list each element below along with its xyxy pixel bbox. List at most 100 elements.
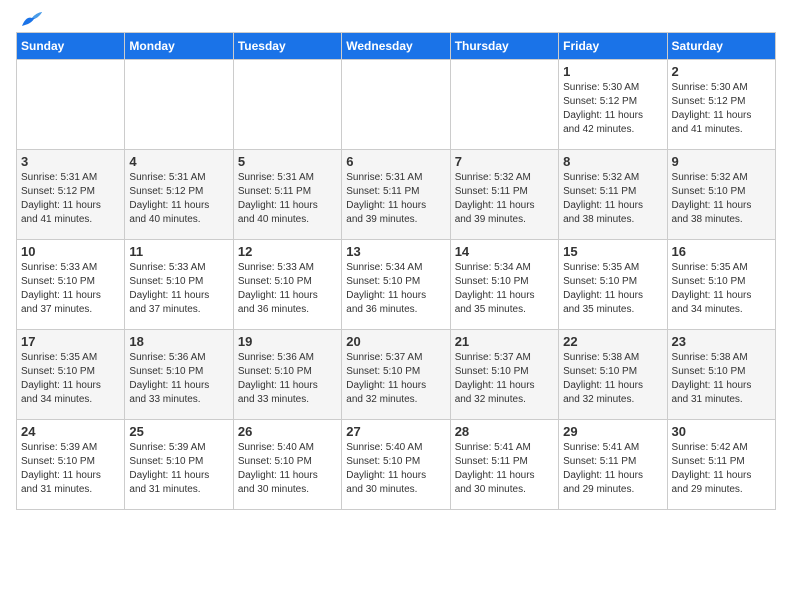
day-number: 21	[455, 334, 554, 349]
day-info: Sunrise: 5:32 AM Sunset: 5:11 PM Dayligh…	[455, 171, 554, 227]
day-info: Sunrise: 5:31 AM Sunset: 5:11 PM Dayligh…	[238, 171, 337, 227]
day-info: Sunrise: 5:36 AM Sunset: 5:10 PM Dayligh…	[129, 351, 228, 407]
day-info: Sunrise: 5:31 AM Sunset: 5:12 PM Dayligh…	[21, 171, 120, 227]
day-number: 30	[672, 424, 771, 439]
day-info: Sunrise: 5:34 AM Sunset: 5:10 PM Dayligh…	[346, 261, 445, 317]
calendar-cell: 4Sunrise: 5:31 AM Sunset: 5:12 PM Daylig…	[125, 150, 233, 240]
calendar-cell: 29 Sunrise: 5:41 AM Sunset: 5:11 PM Dayli…	[559, 420, 667, 510]
calendar-cell: 15 Sunrise: 5:35 AM Sunset: 5:10 PM Dayli…	[559, 240, 667, 330]
calendar-cell	[17, 60, 125, 150]
day-info: Sunrise: 5:41 AM Sunset: 5:11 PM Dayligh…	[563, 441, 662, 497]
day-number: 25	[129, 424, 228, 439]
calendar-cell: 19 Sunrise: 5:36 AM Sunset: 5:10 PM Dayli…	[233, 330, 341, 420]
calendar-week-row: 1 Sunrise: 5:30 AM Sunset: 5:12 PM Daylig…	[17, 60, 776, 150]
calendar-cell: 16 Sunrise: 5:35 AM Sunset: 5:10 PM Dayli…	[667, 240, 775, 330]
day-number: 19	[238, 334, 337, 349]
day-info: Sunrise: 5:31 AM Sunset: 5:11 PM Dayligh…	[346, 171, 445, 227]
weekday-header-monday: Monday	[125, 33, 233, 60]
day-number: 8	[563, 154, 662, 169]
calendar-cell: 9Sunrise: 5:32 AM Sunset: 5:10 PM Daylig…	[667, 150, 775, 240]
weekday-header-saturday: Saturday	[667, 33, 775, 60]
calendar-cell: 28Sunrise: 5:41 AM Sunset: 5:11 PM Dayli…	[450, 420, 558, 510]
day-info: Sunrise: 5:40 AM Sunset: 5:10 PM Dayligh…	[238, 441, 337, 497]
day-info: Sunrise: 5:33 AM Sunset: 5:10 PM Dayligh…	[238, 261, 337, 317]
day-number: 18	[129, 334, 228, 349]
calendar-cell: 11 Sunrise: 5:33 AM Sunset: 5:10 PM Dayli…	[125, 240, 233, 330]
logo	[16, 16, 46, 24]
day-number: 10	[21, 244, 120, 259]
day-number: 23	[672, 334, 771, 349]
day-info: Sunrise: 5:33 AM Sunset: 5:10 PM Dayligh…	[129, 261, 228, 317]
calendar-week-row: 3 Sunrise: 5:31 AM Sunset: 5:12 PM Daylig…	[17, 150, 776, 240]
day-info: Sunrise: 5:34 AM Sunset: 5:10 PM Dayligh…	[455, 261, 554, 317]
day-info: Sunrise: 5:42 AM Sunset: 5:11 PM Dayligh…	[672, 441, 771, 497]
calendar-cell: 25Sunrise: 5:39 AM Sunset: 5:10 PM Dayli…	[125, 420, 233, 510]
day-info: Sunrise: 5:40 AM Sunset: 5:10 PM Dayligh…	[346, 441, 445, 497]
calendar-cell: 1 Sunrise: 5:30 AM Sunset: 5:12 PM Daylig…	[559, 60, 667, 150]
day-number: 26	[238, 424, 337, 439]
calendar-cell: 12 Sunrise: 5:33 AM Sunset: 5:10 PM Dayli…	[233, 240, 341, 330]
day-number: 29	[563, 424, 662, 439]
calendar-cell: 13 Sunrise: 5:34 AM Sunset: 5:10 PM Dayli…	[342, 240, 450, 330]
day-number: 16	[672, 244, 771, 259]
calendar-cell: 7 Sunrise: 5:32 AM Sunset: 5:11 PM Daylig…	[450, 150, 558, 240]
day-number: 20	[346, 334, 445, 349]
calendar-week-row: 24Sunrise: 5:39 AM Sunset: 5:10 PM Dayli…	[17, 420, 776, 510]
day-info: Sunrise: 5:32 AM Sunset: 5:10 PM Dayligh…	[672, 171, 771, 227]
calendar-cell: 5 Sunrise: 5:31 AM Sunset: 5:11 PM Daylig…	[233, 150, 341, 240]
day-info: Sunrise: 5:35 AM Sunset: 5:10 PM Dayligh…	[672, 261, 771, 317]
day-number: 11	[129, 244, 228, 259]
day-number: 22	[563, 334, 662, 349]
day-info: Sunrise: 5:30 AM Sunset: 5:12 PM Dayligh…	[672, 81, 771, 137]
weekday-header-sunday: Sunday	[17, 33, 125, 60]
day-number: 24	[21, 424, 120, 439]
calendar-cell	[342, 60, 450, 150]
day-number: 15	[563, 244, 662, 259]
day-info: Sunrise: 5:38 AM Sunset: 5:10 PM Dayligh…	[672, 351, 771, 407]
calendar-cell: 18 Sunrise: 5:36 AM Sunset: 5:10 PM Dayli…	[125, 330, 233, 420]
day-number: 27	[346, 424, 445, 439]
calendar-week-row: 10 Sunrise: 5:33 AM Sunset: 5:10 PM Dayli…	[17, 240, 776, 330]
day-number: 2	[672, 64, 771, 79]
weekday-header-thursday: Thursday	[450, 33, 558, 60]
day-info: Sunrise: 5:36 AM Sunset: 5:10 PM Dayligh…	[238, 351, 337, 407]
day-info: Sunrise: 5:35 AM Sunset: 5:10 PM Dayligh…	[563, 261, 662, 317]
calendar-table: SundayMondayTuesdayWednesdayThursdayFrid…	[16, 32, 776, 510]
calendar-cell: 17Sunrise: 5:35 AM Sunset: 5:10 PM Dayli…	[17, 330, 125, 420]
day-number: 6	[346, 154, 445, 169]
calendar-cell: 10 Sunrise: 5:33 AM Sunset: 5:10 PM Dayli…	[17, 240, 125, 330]
calendar-cell: 27 Sunrise: 5:40 AM Sunset: 5:10 PM Dayli…	[342, 420, 450, 510]
calendar-cell: 2 Sunrise: 5:30 AM Sunset: 5:12 PM Daylig…	[667, 60, 775, 150]
page-header	[16, 16, 776, 24]
day-info: Sunrise: 5:32 AM Sunset: 5:11 PM Dayligh…	[563, 171, 662, 227]
calendar-cell: 26 Sunrise: 5:40 AM Sunset: 5:10 PM Dayli…	[233, 420, 341, 510]
calendar-week-row: 17Sunrise: 5:35 AM Sunset: 5:10 PM Dayli…	[17, 330, 776, 420]
calendar-cell: 6 Sunrise: 5:31 AM Sunset: 5:11 PM Daylig…	[342, 150, 450, 240]
weekday-header-wednesday: Wednesday	[342, 33, 450, 60]
day-info: Sunrise: 5:30 AM Sunset: 5:12 PM Dayligh…	[563, 81, 662, 137]
day-number: 1	[563, 64, 662, 79]
day-info: Sunrise: 5:38 AM Sunset: 5:10 PM Dayligh…	[563, 351, 662, 407]
day-info: Sunrise: 5:41 AM Sunset: 5:11 PM Dayligh…	[455, 441, 554, 497]
calendar-cell: 23 Sunrise: 5:38 AM Sunset: 5:10 PM Dayli…	[667, 330, 775, 420]
calendar-cell: 24Sunrise: 5:39 AM Sunset: 5:10 PM Dayli…	[17, 420, 125, 510]
day-info: Sunrise: 5:37 AM Sunset: 5:10 PM Dayligh…	[346, 351, 445, 407]
calendar-cell: 14 Sunrise: 5:34 AM Sunset: 5:10 PM Dayli…	[450, 240, 558, 330]
calendar-cell	[233, 60, 341, 150]
calendar-cell	[450, 60, 558, 150]
day-number: 3	[21, 154, 120, 169]
calendar-header-row: SundayMondayTuesdayWednesdayThursdayFrid…	[17, 33, 776, 60]
calendar-cell: 21Sunrise: 5:37 AM Sunset: 5:10 PM Dayli…	[450, 330, 558, 420]
calendar-cell: 3 Sunrise: 5:31 AM Sunset: 5:12 PM Daylig…	[17, 150, 125, 240]
day-number: 5	[238, 154, 337, 169]
day-number: 7	[455, 154, 554, 169]
day-info: Sunrise: 5:35 AM Sunset: 5:10 PM Dayligh…	[21, 351, 120, 407]
day-number: 13	[346, 244, 445, 259]
day-number: 14	[455, 244, 554, 259]
calendar-cell: 22 Sunrise: 5:38 AM Sunset: 5:10 PM Dayli…	[559, 330, 667, 420]
weekday-header-tuesday: Tuesday	[233, 33, 341, 60]
logo-bird-icon	[18, 8, 46, 30]
day-info: Sunrise: 5:33 AM Sunset: 5:10 PM Dayligh…	[21, 261, 120, 317]
day-number: 12	[238, 244, 337, 259]
calendar-cell: 20 Sunrise: 5:37 AM Sunset: 5:10 PM Dayli…	[342, 330, 450, 420]
